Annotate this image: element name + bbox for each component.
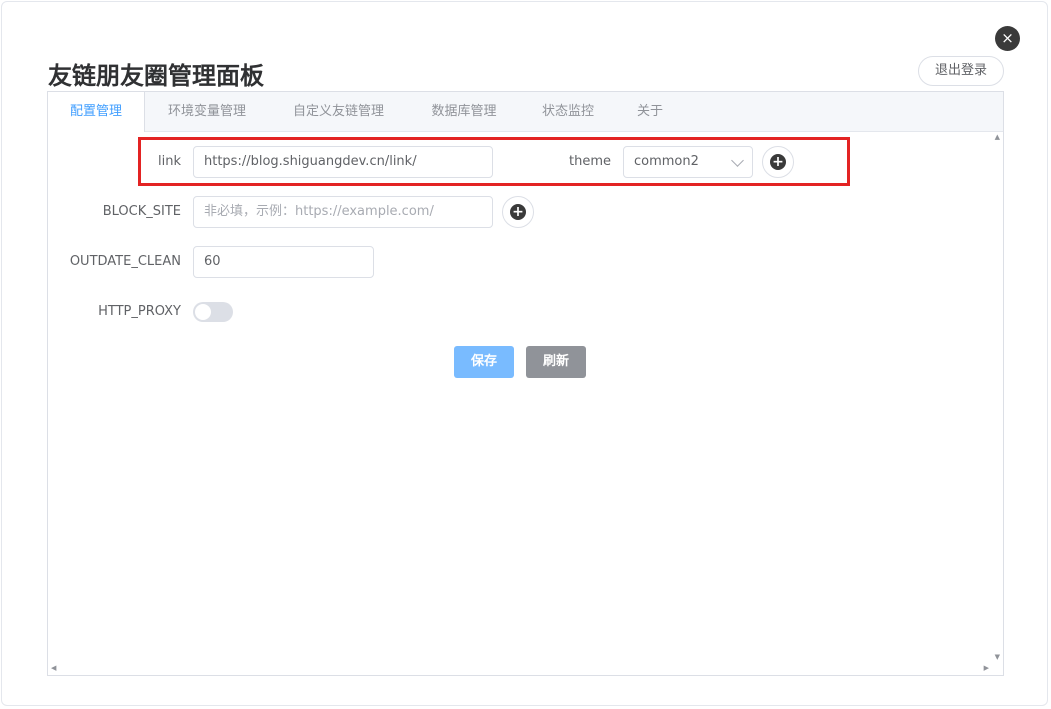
highlight-box <box>138 137 850 186</box>
add-block-site-button[interactable]: + <box>502 196 534 228</box>
scroll-left-icon[interactable]: ◀ <box>51 664 56 672</box>
plus-icon: + <box>510 204 526 220</box>
block-site-input[interactable]: 非必填，示例：https://example.com/ <box>193 196 493 228</box>
page-title: 友链朋友圈管理面板 <box>48 62 264 90</box>
logout-button[interactable]: 退出登录 <box>918 56 1004 86</box>
save-button[interactable]: 保存 <box>454 346 514 378</box>
tab-database[interactable]: 数据库管理 <box>419 92 509 131</box>
scroll-down-icon[interactable]: ▼ <box>995 653 1000 661</box>
scroll-right-icon[interactable]: ▶ <box>984 664 989 672</box>
outdate-clean-label: OUTDATE_CLEAN <box>69 254 181 269</box>
toggle-knob <box>195 304 211 320</box>
outdate-clean-input[interactable]: 60 <box>193 246 374 278</box>
http-proxy-toggle[interactable] <box>193 302 233 322</box>
refresh-button[interactable]: 刷新 <box>526 346 586 378</box>
scroll-up-icon[interactable]: ▲ <box>995 133 1000 141</box>
block-site-label: BLOCK_SITE <box>102 204 181 219</box>
tab-bar: 配置管理 环境变量管理 自定义友链管理 数据库管理 状态监控 关于 <box>48 92 1003 132</box>
close-icon[interactable]: × <box>995 26 1020 51</box>
http-proxy-label: HTTP_PROXY <box>98 304 181 319</box>
tab-env[interactable]: 环境变量管理 <box>154 92 260 131</box>
tab-config[interactable]: 配置管理 <box>48 92 145 132</box>
tab-custom-links[interactable]: 自定义友链管理 <box>276 92 401 131</box>
tab-status[interactable]: 状态监控 <box>530 92 606 131</box>
tab-about[interactable]: 关于 <box>624 92 676 131</box>
